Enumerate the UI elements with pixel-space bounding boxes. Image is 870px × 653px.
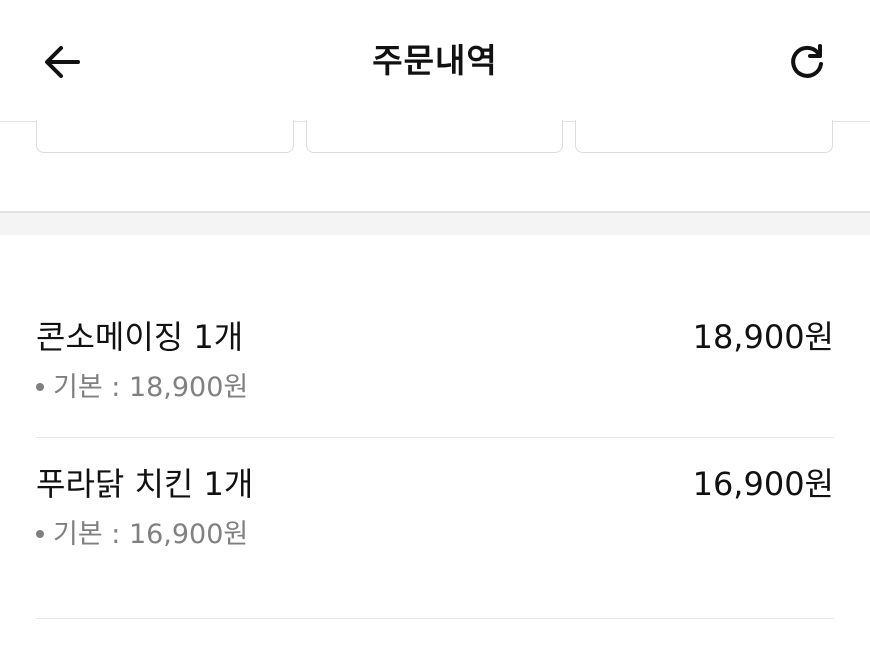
summary-card[interactable]	[306, 120, 563, 153]
item-divider	[36, 618, 834, 619]
page-title: 주문내역	[372, 41, 498, 80]
bullet-icon	[36, 529, 44, 538]
item-option: 기본 : 18,900원	[36, 371, 248, 405]
bullet-icon	[36, 382, 44, 391]
item-price: 18,900원	[692, 318, 834, 356]
section-divider	[0, 211, 870, 235]
order-history-screen: 주문내역 콘소메이징 1개 18,900원 기본 : 18,900원 푸라닭 치…	[0, 0, 870, 653]
refresh-icon	[791, 44, 823, 78]
refresh-button[interactable]	[774, 30, 838, 94]
item-name: 푸라닭 치킨 1개	[36, 465, 254, 503]
item-divider	[36, 437, 834, 438]
app-header: 주문내역	[0, 0, 870, 122]
item-name: 콘소메이징 1개	[36, 318, 244, 356]
item-option-text: 기본 : 16,900원	[53, 519, 249, 550]
summary-card[interactable]	[575, 120, 833, 153]
item-price: 16,900원	[692, 465, 834, 503]
item-option-text: 기본 : 18,900원	[53, 372, 249, 403]
item-option: 기본 : 16,900원	[36, 518, 248, 552]
summary-cards	[0, 120, 870, 156]
summary-card[interactable]	[36, 120, 294, 153]
